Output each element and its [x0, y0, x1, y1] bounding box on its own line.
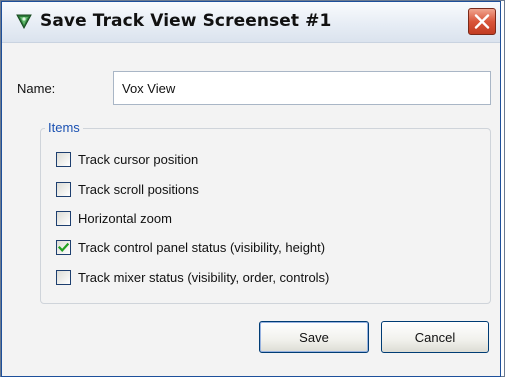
option-label: Track control panel status (visibility, … — [78, 239, 326, 255]
cancel-button[interactable]: Cancel — [381, 321, 489, 353]
option-track-scroll-positions[interactable]: Track scroll positions — [56, 180, 199, 198]
title-bar[interactable]: Save Track View Screenset #1 — [2, 2, 500, 43]
items-group-label: Items — [45, 120, 83, 135]
option-label: Track cursor position — [78, 151, 199, 167]
close-icon — [474, 14, 490, 29]
option-track-cursor-position[interactable]: Track cursor position — [56, 150, 198, 168]
checkbox-track-cursor-position[interactable] — [56, 151, 71, 167]
option-track-control-panel-status[interactable]: Track control panel status (visibility, … — [56, 238, 325, 256]
dialog-title: Save Track View Screenset #1 — [40, 11, 332, 31]
save-screenset-dialog: Save Track View Screenset #1 Name: Items… — [0, 0, 505, 377]
option-label: Track scroll positions — [78, 181, 199, 197]
close-button[interactable] — [468, 8, 496, 35]
checkbox-horizontal-zoom[interactable] — [56, 210, 71, 226]
checkbox-track-mixer-status[interactable] — [56, 269, 71, 285]
checkbox-track-control-panel-status[interactable] — [56, 239, 71, 255]
option-label: Track mixer status (visibility, order, c… — [78, 269, 330, 285]
dialog-body: Name: Items Track cursor position Track … — [2, 43, 500, 376]
checkbox-track-scroll-positions[interactable] — [56, 181, 71, 197]
save-button[interactable]: Save — [259, 321, 369, 353]
name-input[interactable] — [113, 71, 491, 105]
checkmark-icon — [58, 242, 69, 252]
name-label: Name: — [17, 81, 56, 96]
reaper-logo-icon — [16, 13, 32, 30]
option-track-mixer-status[interactable]: Track mixer status (visibility, order, c… — [56, 268, 329, 286]
option-label: Horizontal zoom — [78, 210, 172, 226]
option-horizontal-zoom[interactable]: Horizontal zoom — [56, 209, 172, 227]
dialog-frame: Save Track View Screenset #1 Name: Items… — [1, 1, 501, 377]
